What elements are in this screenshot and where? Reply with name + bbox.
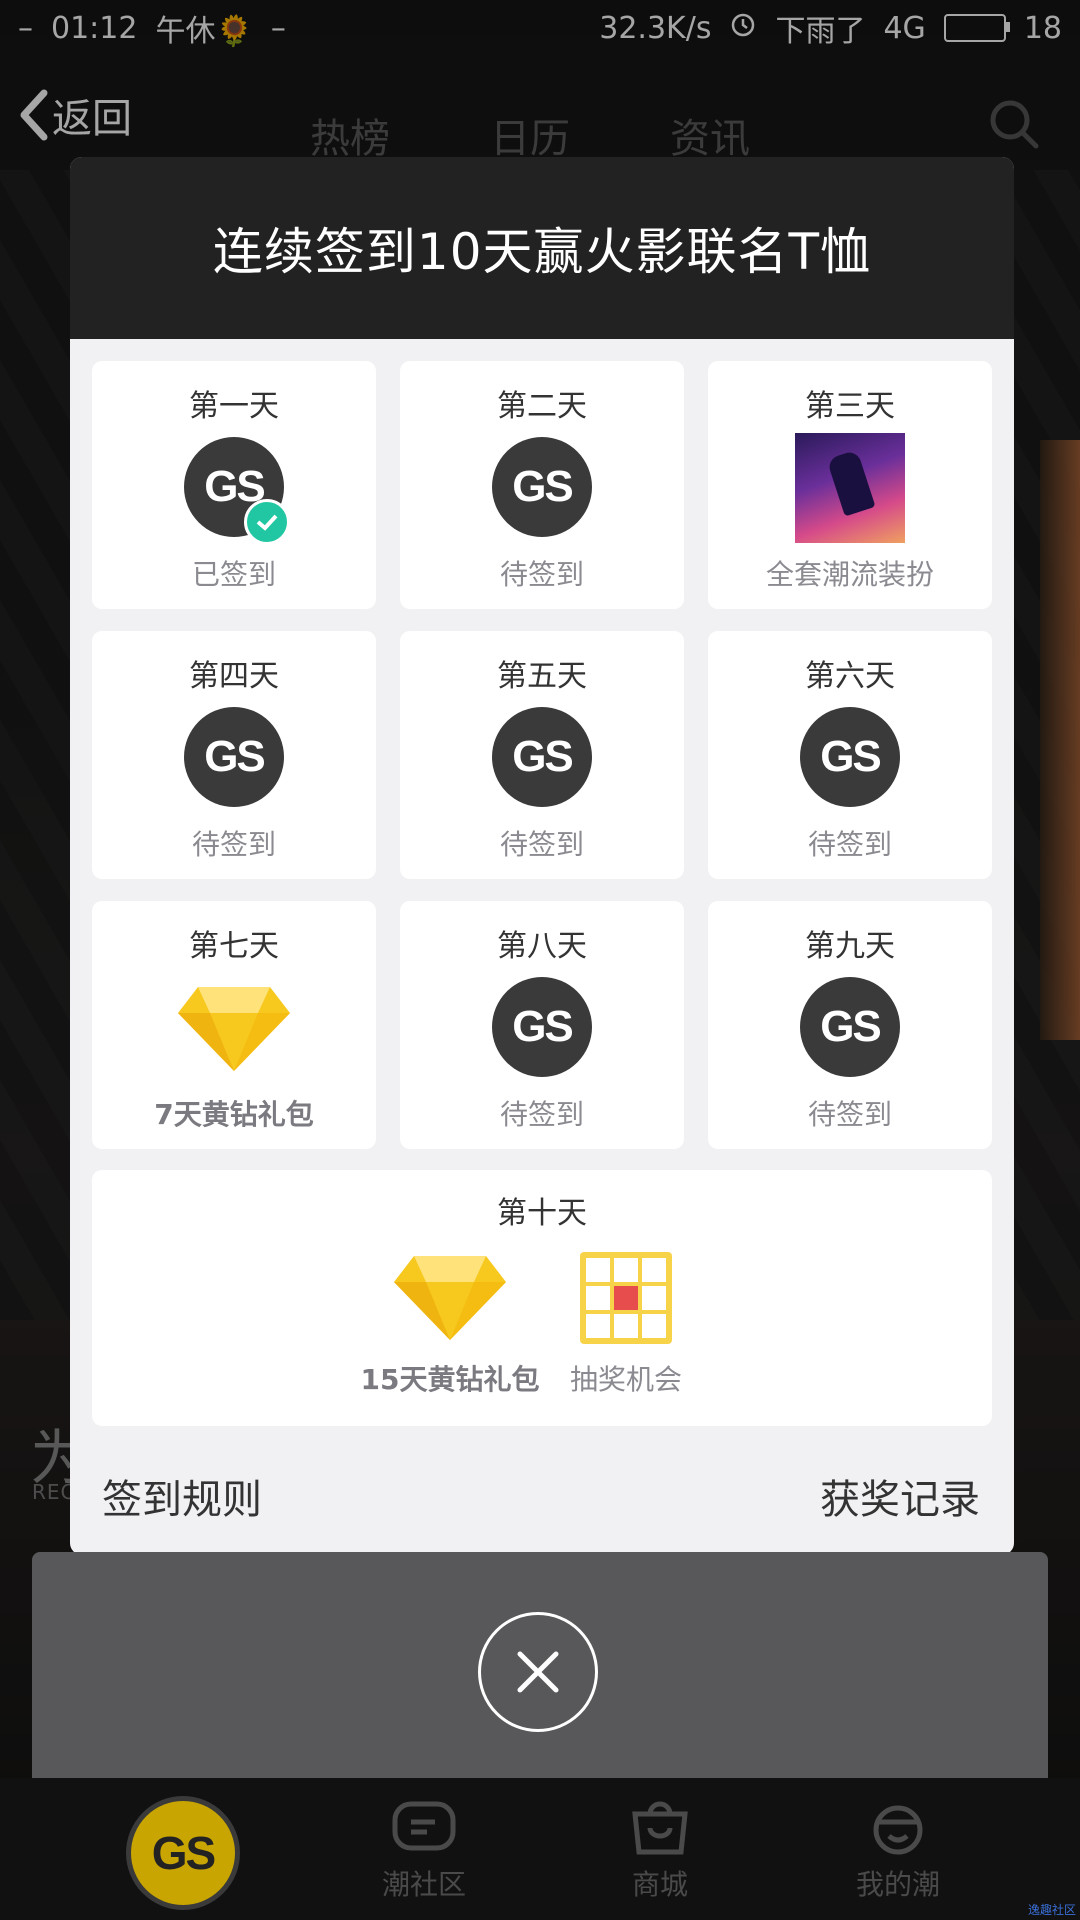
- day-label: 第一天: [189, 389, 279, 424]
- modal-header: 连续签到10天赢火影联名T恤: [70, 157, 1014, 339]
- day-card-7[interactable]: 第七天 7天黄钻礼包: [92, 901, 376, 1149]
- close-button[interactable]: [478, 1612, 598, 1732]
- gs-logo-icon: GS: [492, 977, 592, 1077]
- day-status: 全套潮流装扮: [765, 558, 934, 591]
- bottom-nav: GS 潮社区 商城 我的潮 逸趣社区: [0, 1778, 1080, 1920]
- check-icon: [244, 499, 290, 545]
- diamond-icon: [178, 987, 290, 1071]
- nav-mine[interactable]: 我的潮: [848, 1798, 948, 1903]
- day-status: 7天黄钻礼包: [154, 1098, 314, 1131]
- day-label: 第八天: [497, 929, 587, 964]
- day-status: 已签到: [191, 558, 276, 591]
- shopping-bag-icon: [632, 1801, 688, 1855]
- outfit-image: [795, 433, 905, 543]
- close-icon: [517, 1651, 559, 1693]
- reward-diamond-label: 15天黄钻礼包: [360, 1363, 540, 1396]
- day-card-1[interactable]: 第一天 GS 已签到: [92, 361, 376, 609]
- day-label: 第五天: [497, 659, 587, 694]
- modal-title: 连续签到10天赢火影联名T恤: [212, 223, 872, 281]
- day-card-4[interactable]: 第四天 GS 待签到: [92, 631, 376, 879]
- chat-icon: [392, 1801, 456, 1851]
- nav-mall[interactable]: 商城: [610, 1798, 710, 1903]
- day-label: 第七天: [189, 929, 279, 964]
- day-label: 第三天: [805, 389, 895, 424]
- watermark: 逸趣社区: [1027, 1903, 1076, 1917]
- day-card-10[interactable]: 第十天 15天黄钻礼包 抽奖机会: [92, 1170, 992, 1426]
- home-gs-button[interactable]: GS: [126, 1796, 240, 1910]
- nav-mine-label: 我的潮: [855, 1868, 940, 1901]
- gs-logo-icon: GS: [492, 707, 592, 807]
- nav-mall-label: 商城: [631, 1868, 688, 1901]
- day-label: 第六天: [805, 659, 895, 694]
- day-label: 第四天: [189, 659, 279, 694]
- gs-logo-icon: GS: [800, 977, 900, 1077]
- day-card-5[interactable]: 第五天 GS 待签到: [400, 631, 684, 879]
- nav-community-label: 潮社区: [381, 1868, 466, 1901]
- gs-logo-icon: GS: [184, 707, 284, 807]
- checkin-modal: 连续签到10天赢火影联名T恤 第一天 GS 已签到 第二天 GS 待签到 第三天…: [70, 157, 1014, 1555]
- gs-logo-icon: GS: [800, 707, 900, 807]
- records-link[interactable]: 获奖记录: [820, 1467, 980, 1525]
- day-card-8[interactable]: 第八天 GS 待签到: [400, 901, 684, 1149]
- rules-link[interactable]: 签到规则: [102, 1467, 262, 1525]
- lottery-grid-icon: [580, 1252, 672, 1344]
- day-status: 待签到: [807, 1098, 892, 1131]
- day-card-3[interactable]: 第三天 全套潮流装扮: [708, 361, 992, 609]
- day-label: 第二天: [497, 389, 587, 424]
- day-status: 待签到: [499, 558, 584, 591]
- day-label: 第九天: [805, 929, 895, 964]
- reward-lottery-label: 抽奖机会: [569, 1363, 682, 1396]
- day-card-9[interactable]: 第九天 GS 待签到: [708, 901, 992, 1149]
- day-card-6[interactable]: 第六天 GS 待签到: [708, 631, 992, 879]
- day-label: 第十天: [497, 1196, 587, 1231]
- nav-community[interactable]: 潮社区: [374, 1798, 474, 1903]
- day-card-2[interactable]: 第二天 GS 待签到: [400, 361, 684, 609]
- diamond-icon: [394, 1256, 506, 1340]
- day-status: 待签到: [807, 828, 892, 861]
- profile-icon: [873, 1805, 923, 1855]
- day-status: 待签到: [499, 1098, 584, 1131]
- gs-logo-icon: GS: [492, 437, 592, 537]
- day-status: 待签到: [191, 828, 276, 861]
- day-status: 待签到: [499, 828, 584, 861]
